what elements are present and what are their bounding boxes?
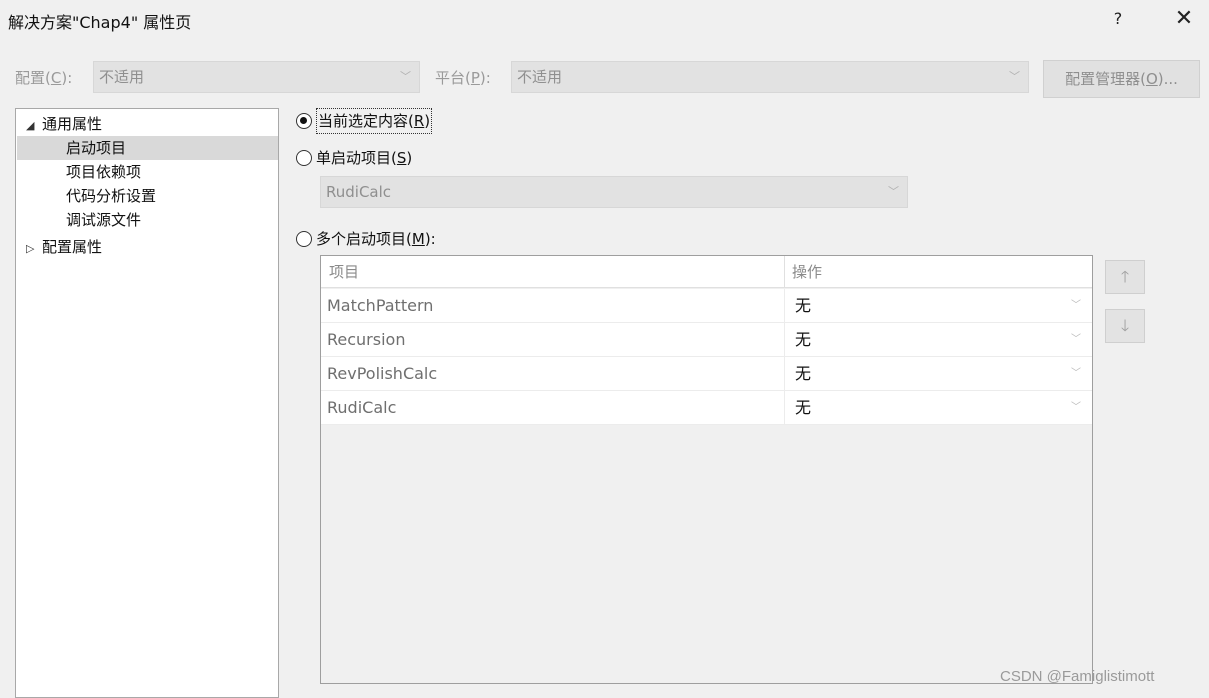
tree-item-configuration-properties[interactable]: ▷ 配置属性 [26,235,102,259]
chevron-down-icon: ﹀ [1071,334,1081,345]
configuration-label: 配置(C): [15,69,73,87]
chevron-down-icon: ﹀ [1071,402,1081,413]
chevron-down-icon: ﹀ [888,185,899,198]
action-select[interactable]: 无 ﹀ [784,323,1089,357]
column-header-action[interactable]: 操作 [784,256,1089,288]
platform-label: 平台(P): [435,69,491,87]
arrow-down-icon: 🡓 [1120,316,1130,335]
chevron-down-icon: ﹀ [1071,368,1081,379]
project-cell: RudiCalc [327,398,397,417]
grid-header: 项目 操作 [321,256,1092,288]
tree-item-startup-project[interactable]: 启动项目 [17,136,278,160]
platform-select[interactable]: 不适用 ﹀ [511,61,1029,93]
startup-projects-grid: 项目 操作 MatchPattern 无 ﹀ Recursion 无 ﹀ RevPo… [320,255,1093,684]
radio-button-checked[interactable] [296,113,312,129]
help-button[interactable]: ? [1106,6,1130,32]
chevron-down-icon: ﹀ [400,70,411,83]
title-bar: 解决方案"Chap4" 属性页 ? ✕ [0,0,1209,40]
tree-item-common-properties[interactable]: ◢ 通用属性 [26,112,102,136]
collapsed-arrow-icon[interactable]: ▷ [26,237,42,261]
single-startup-value: RudiCalc [326,183,392,201]
project-cell: MatchPattern [327,296,434,315]
single-startup-select[interactable]: RudiCalc ﹀ [320,176,908,208]
table-row[interactable]: RudiCalc 无 ﹀ [321,391,1092,425]
radio-button[interactable] [296,231,312,247]
chevron-down-icon: ﹀ [1009,70,1020,83]
action-select[interactable]: 无 ﹀ [784,357,1089,391]
platform-value: 不适用 [517,68,563,86]
table-row[interactable]: RevPolishCalc 无 ﹀ [321,357,1092,391]
move-up-button[interactable]: 🡑 [1105,260,1145,294]
tree-item-project-dependencies[interactable]: 项目依赖项 [66,160,141,184]
move-down-button[interactable]: 🡓 [1105,309,1145,343]
property-tree: ◢ 通用属性 启动项目 项目依赖项 代码分析设置 调试源文件 ▷ 配置属性 [15,108,279,698]
chevron-down-icon: ﹀ [1071,300,1081,311]
tree-item-debug-source-files[interactable]: 调试源文件 [66,208,141,232]
close-icon[interactable]: ✕ [1168,5,1200,33]
action-select[interactable]: 无 ﹀ [784,391,1089,425]
configuration-manager-button[interactable]: 配置管理器(O)... [1043,60,1200,98]
watermark: CSDN @Famiglistimott [1000,668,1155,685]
project-cell: RevPolishCalc [327,364,438,383]
action-select[interactable]: 无 ﹀ [784,289,1089,323]
radio-multiple-startup[interactable]: 多个启动项目(M): [296,227,436,251]
column-header-project[interactable]: 项目 [321,256,784,288]
configuration-select[interactable]: 不适用 ﹀ [93,61,420,93]
radio-single-startup[interactable]: 单启动项目(S) [296,146,412,170]
configuration-value: 不适用 [99,68,145,86]
table-row[interactable]: Recursion 无 ﹀ [321,323,1092,357]
expanded-arrow-icon[interactable]: ◢ [26,114,42,138]
radio-button[interactable] [296,150,312,166]
window-title: 解决方案"Chap4" 属性页 [8,13,192,32]
tree-item-code-analysis[interactable]: 代码分析设置 [66,184,156,208]
table-row[interactable]: MatchPattern 无 ﹀ [321,289,1092,323]
radio-current-selection[interactable]: 当前选定内容(R) [296,108,433,134]
arrow-up-icon: 🡑 [1120,267,1130,286]
project-cell: Recursion [327,330,406,349]
